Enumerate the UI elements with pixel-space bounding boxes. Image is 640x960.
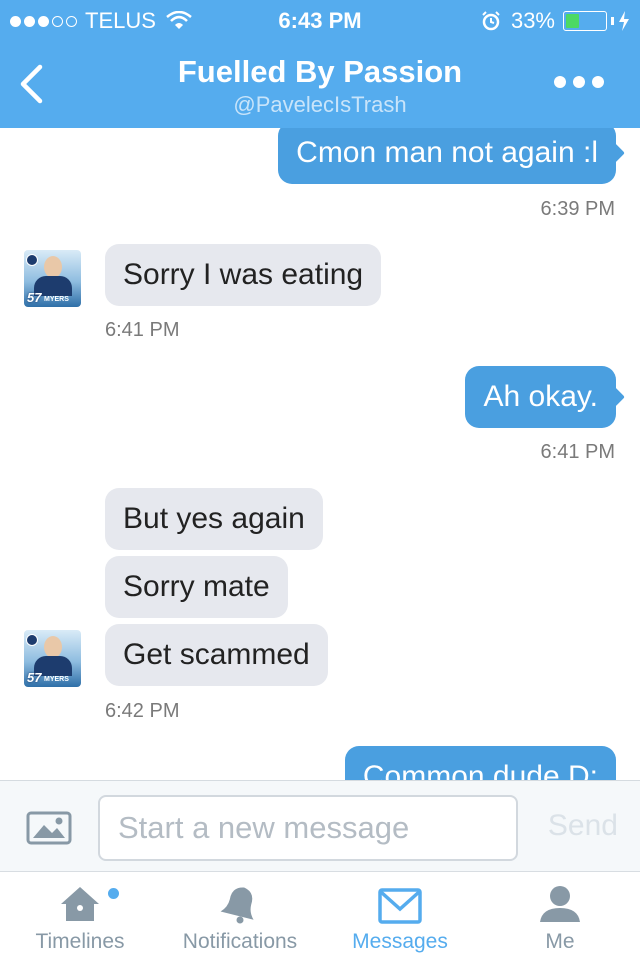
tab-me[interactable]: Me bbox=[480, 872, 640, 960]
header-bar: TELUS 6:43 PM 33% Fuelled By Passion @Pa… bbox=[0, 0, 640, 128]
team-logo-icon bbox=[26, 634, 38, 646]
message-bubble-incoming[interactable]: But yes again bbox=[105, 488, 323, 550]
tab-timelines[interactable]: Timelines bbox=[0, 872, 160, 960]
bell-icon bbox=[220, 887, 254, 924]
tab-label: Me bbox=[545, 930, 575, 953]
bubble-tail bbox=[605, 387, 625, 407]
conversation-title: Fuelled By Passion bbox=[177, 54, 463, 89]
message-text: Sorry mate bbox=[123, 570, 270, 603]
bubble-tail bbox=[605, 143, 625, 163]
message-composer: Send bbox=[0, 780, 640, 871]
message-input[interactable] bbox=[98, 795, 518, 861]
tab-messages[interactable]: Messages bbox=[320, 872, 480, 960]
message-text: Sorry I was eating bbox=[123, 258, 364, 291]
alarm-icon bbox=[482, 11, 500, 31]
more-dots-icon[interactable] bbox=[554, 76, 604, 92]
photo-icon[interactable] bbox=[26, 811, 72, 845]
avatar[interactable]: 57 MYERS bbox=[24, 250, 81, 307]
person-icon bbox=[540, 886, 580, 922]
avatar[interactable]: 57 MYERS bbox=[24, 630, 81, 687]
tab-label: Messages bbox=[352, 930, 448, 953]
battery-level bbox=[566, 14, 579, 28]
message-bubble-incoming[interactable]: Sorry I was eating bbox=[105, 244, 382, 306]
message-bubble-outgoing[interactable]: Common dude D: bbox=[344, 746, 616, 780]
envelope-icon bbox=[378, 888, 422, 924]
jersey-number: 57 bbox=[27, 670, 42, 685]
tab-label: Timelines bbox=[35, 930, 125, 953]
jersey-name: MYERS bbox=[44, 296, 69, 303]
tab-label: Notifications bbox=[182, 930, 298, 953]
message-timestamp: 6:42 PM bbox=[105, 700, 180, 722]
message-text: Cmon man not again :l bbox=[296, 136, 598, 169]
message-bubble-incoming[interactable]: Sorry mate bbox=[105, 556, 288, 618]
new-indicator-dot bbox=[108, 888, 119, 899]
battery-nub bbox=[611, 17, 614, 25]
tab-notifications[interactable]: Notifications bbox=[160, 872, 320, 960]
message-timestamp: 6:41 PM bbox=[540, 441, 615, 463]
avatar-head bbox=[44, 636, 62, 658]
message-bubble-incoming[interactable]: Get scammed bbox=[105, 624, 328, 686]
message-text: Common dude D: bbox=[362, 760, 598, 780]
send-button[interactable]: Send bbox=[548, 809, 618, 843]
jersey-number: 57 bbox=[27, 290, 42, 305]
battery-percent: 33% bbox=[510, 8, 555, 33]
tab-bar: Timelines Notifications Messages Me bbox=[0, 871, 640, 960]
message-text: But yes again bbox=[123, 502, 305, 535]
conversation-handle: @PavelecIsTrash bbox=[233, 92, 407, 117]
status-bar-right: 33% bbox=[481, 6, 630, 36]
message-bubble-outgoing[interactable]: Cmon man not again :l bbox=[278, 128, 625, 184]
message-bubble-outgoing[interactable]: Ah okay. bbox=[465, 366, 625, 428]
team-logo-icon bbox=[26, 254, 38, 266]
jersey-name: MYERS bbox=[44, 676, 69, 683]
message-timestamp: 6:39 PM bbox=[540, 198, 615, 220]
message-text: Ah okay. bbox=[483, 380, 598, 413]
battery-icon bbox=[563, 11, 607, 31]
avatar-head bbox=[44, 256, 62, 278]
conversation-thread[interactable]: Cmon man not again :l 6:39 PM 57 MYERS S… bbox=[0, 128, 640, 780]
message-text: Get scammed bbox=[123, 638, 310, 671]
home-icon bbox=[61, 887, 99, 921]
charging-bolt-icon bbox=[619, 11, 629, 31]
message-timestamp: 6:41 PM bbox=[105, 319, 180, 341]
